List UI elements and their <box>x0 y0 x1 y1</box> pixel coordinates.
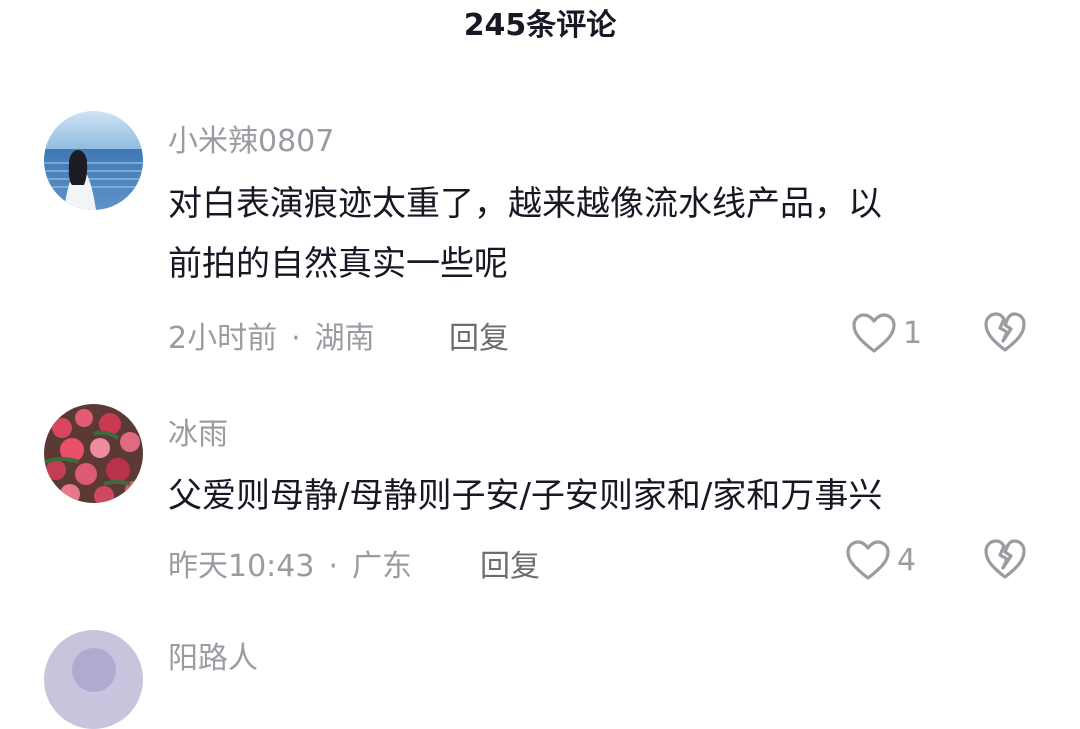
comments-header: 245条评论 <box>0 0 1080 56</box>
like-button[interactable]: 4 <box>845 538 916 582</box>
comment-text-line: 父爱则母静/母静则子安/子安则家和/家和万事兴 <box>168 476 883 516</box>
avatar[interactable] <box>44 404 143 503</box>
comment-username[interactable]: 阳路人 <box>168 633 258 677</box>
comment-text: 对白表演痕迹太重了，越来越像流水线产品，以 前拍的自然真实一些呢 <box>168 174 1048 294</box>
girl-seaside-avatar-icon <box>44 111 143 210</box>
comments-count-title: 245条评论 <box>463 8 617 43</box>
reply-button[interactable]: 回复 <box>449 313 509 357</box>
meta-separator: · <box>328 549 339 584</box>
comment-time: 2小时前 <box>168 321 278 356</box>
flowers-avatar-icon <box>44 404 143 503</box>
reply-button[interactable]: 回复 <box>480 541 540 585</box>
like-button[interactable]: 1 <box>851 311 922 355</box>
comment-text-line: 对白表演痕迹太重了，越来越像流水线产品，以 <box>168 184 882 224</box>
meta-separator: · <box>291 321 301 356</box>
avatar[interactable] <box>44 111 143 210</box>
comment-meta: 2小时前 · 湖南 <box>168 313 375 357</box>
heart-icon <box>852 313 896 353</box>
comment-username[interactable]: 小米辣0807 <box>168 116 334 160</box>
comment-meta: 昨天10:43 · 广东 <box>168 541 412 585</box>
dislike-button[interactable] <box>983 311 1027 355</box>
comment-location: 湖南 <box>314 321 375 356</box>
comment-username[interactable]: 冰雨 <box>168 409 228 453</box>
like-count: 4 <box>897 542 917 578</box>
comment-text-line: 前拍的自然真实一些呢 <box>168 244 508 284</box>
comment-location: 广东 <box>352 549 413 584</box>
like-count: 1 <box>903 315 923 351</box>
comment-time: 昨天10:43 <box>168 549 315 584</box>
broken-heart-icon <box>984 539 1026 579</box>
broken-heart-icon <box>984 312 1026 352</box>
dislike-button[interactable] <box>983 538 1027 582</box>
heart-icon <box>846 540 890 580</box>
comment-text: 父爱则母静/母静则子安/子安则家和/家和万事兴 <box>168 466 1048 526</box>
